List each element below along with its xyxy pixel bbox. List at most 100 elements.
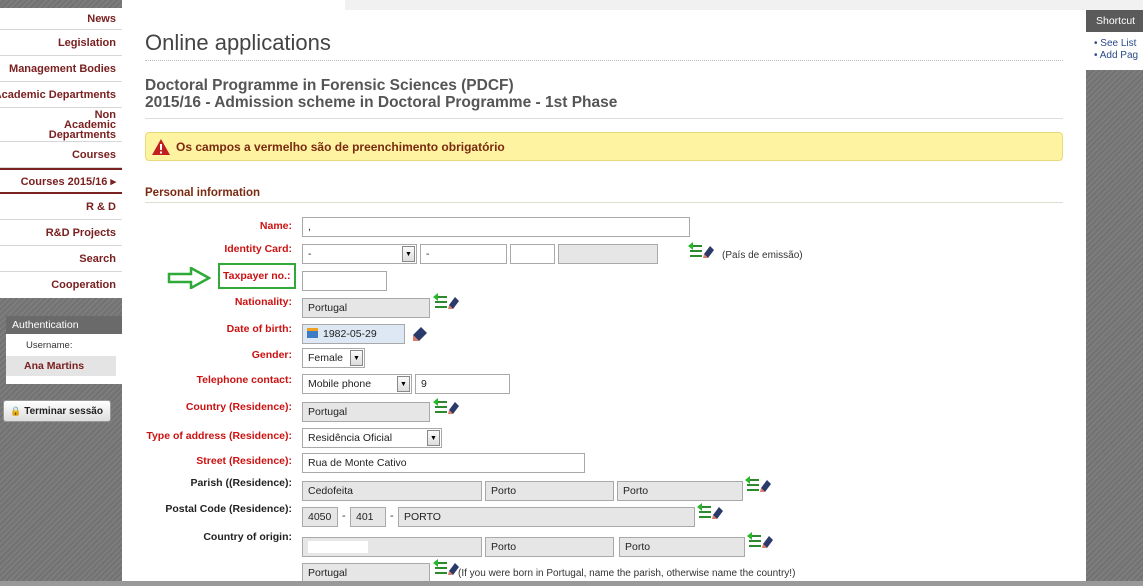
- nav-item-legislation[interactable]: Legislation: [0, 30, 122, 56]
- shortcut-see-list-link[interactable]: • See List: [1086, 38, 1143, 50]
- warning-icon: [152, 138, 170, 155]
- name-label: Name:: [259, 220, 292, 232]
- name-input[interactable]: ,: [302, 217, 690, 237]
- parish-district-input[interactable]: Porto: [617, 481, 743, 501]
- authentication-title: Authentication: [6, 316, 122, 334]
- lock-icon: 🔒: [10, 405, 22, 416]
- postal-code-label: Postal Code (Residence):: [165, 503, 292, 515]
- address-type-label: Type of address (Residence):: [146, 430, 292, 442]
- programme-divider: [145, 118, 1063, 119]
- country-of-origin-label: Country of origin:: [203, 531, 292, 543]
- parish-municipality-input[interactable]: Porto: [485, 481, 614, 501]
- select-value: Female: [308, 352, 344, 364]
- header-banner: [345, 0, 1143, 10]
- shortcuts-title: Shortcut: [1086, 10, 1143, 32]
- identity-card-check-input[interactable]: [510, 244, 555, 264]
- nav-item-management-bodies[interactable]: Management Bodies: [0, 56, 122, 82]
- programme-title: Doctoral Programme in Forensic Sciences …: [145, 77, 514, 94]
- nav-item-news[interactable]: News: [0, 8, 122, 30]
- authentication-box: Authentication Username: Ana Martins: [6, 316, 122, 384]
- parish-input[interactable]: Cedofeita: [302, 481, 482, 501]
- shortcut-add-page-link[interactable]: • Add Pag: [1086, 50, 1143, 62]
- left-navigation: News Legislation Management Bodies Acade…: [0, 0, 122, 586]
- section-title: Personal information: [145, 187, 261, 199]
- title-divider: [145, 60, 1063, 61]
- taxpayer-highlight-box: [218, 263, 296, 289]
- nav-item-label: Non Academic Departments: [48, 108, 116, 141]
- programme-subtitle: 2015/16 - Admission scheme in Doctoral P…: [145, 94, 618, 111]
- required-fields-alert: Os campos a vermelho são de preenchiment…: [145, 132, 1063, 161]
- identity-card-country-input[interactable]: [558, 244, 658, 264]
- nationality-label: Nationality:: [234, 296, 292, 308]
- postal-separator: -: [390, 510, 394, 522]
- right-sidebar: Shortcut • See List • Add Pag: [1086, 0, 1143, 586]
- origin-parish-input[interactable]: [302, 537, 482, 557]
- main-content: Online applications Doctoral Programme i…: [145, 0, 1143, 586]
- shortcuts-box: Shortcut • See List • Add Pag: [1086, 10, 1143, 70]
- date-of-birth-input[interactable]: 1982-05-29: [302, 324, 405, 344]
- postal-code-prefix-input[interactable]: 4050: [302, 507, 338, 527]
- nav-item-courses[interactable]: Courses: [0, 142, 122, 168]
- origin-hint: (If you were born in Portugal, name the …: [458, 568, 796, 579]
- select-value: Mobile phone: [308, 378, 372, 390]
- nav-list: News Legislation Management Bodies Acade…: [0, 8, 122, 298]
- nationality-input[interactable]: Portugal: [302, 298, 430, 318]
- logout-button[interactable]: 🔒 Terminar sessão: [3, 400, 111, 422]
- select-list-icon[interactable]: [433, 293, 459, 311]
- postal-code-suffix-input[interactable]: 401: [350, 507, 386, 527]
- nav-item-academic-departments[interactable]: Academic Departments: [0, 82, 122, 108]
- date-of-birth-label: Date of birth:: [226, 323, 292, 335]
- identity-card-label: Identity Card:: [224, 243, 292, 255]
- nav-item-rd-projects[interactable]: R&D Projects: [0, 220, 122, 246]
- origin-country-input[interactable]: Portugal: [302, 563, 430, 583]
- parish-label: Parish ((Residence):: [190, 477, 292, 489]
- identity-card-type-select[interactable]: - ▼: [302, 244, 417, 264]
- address-type-select[interactable]: Residência Oficial ▼: [302, 428, 442, 448]
- eraser-icon[interactable]: [411, 325, 427, 341]
- select-list-icon[interactable]: [688, 242, 714, 260]
- select-list-icon[interactable]: [745, 476, 771, 494]
- nav-item-non-academic-departments[interactable]: Non Academic Departments: [0, 108, 122, 142]
- origin-district-input[interactable]: Porto: [619, 537, 745, 557]
- date-of-birth-value: 1982-05-29: [323, 328, 377, 340]
- telephone-type-select[interactable]: Mobile phone ▼: [302, 374, 412, 394]
- country-residence-label: Country (Residence):: [185, 401, 292, 413]
- chevron-down-icon: ▼: [427, 430, 440, 446]
- arrow-right-icon: [167, 267, 211, 289]
- nav-item-search[interactable]: Search: [0, 246, 122, 272]
- street-label: Street (Residence):: [196, 455, 292, 467]
- postal-locality-input[interactable]: PORTO: [398, 507, 695, 527]
- calendar-icon[interactable]: [307, 328, 318, 338]
- identity-card-country-hint: (País de emissão): [722, 250, 803, 261]
- telephone-label: Telephone contact:: [196, 374, 292, 386]
- select-list-icon[interactable]: [697, 503, 723, 521]
- postal-separator: -: [342, 510, 346, 522]
- gender-label: Gender:: [251, 349, 292, 361]
- section-divider: [145, 202, 1063, 203]
- alert-text: Os campos a vermelho são de preenchiment…: [176, 139, 505, 154]
- nav-item-r-and-d[interactable]: R & D: [0, 194, 122, 220]
- page-title: Online applications: [145, 30, 331, 55]
- origin-municipality-input[interactable]: Porto: [485, 537, 614, 557]
- gender-select[interactable]: Female ▼: [302, 348, 365, 368]
- country-residence-input[interactable]: Portugal: [302, 402, 430, 422]
- chevron-down-icon: ▼: [350, 350, 363, 366]
- select-list-icon[interactable]: [747, 532, 773, 550]
- identity-card-number-input[interactable]: -: [420, 244, 507, 264]
- bottom-bar: [0, 581, 1143, 586]
- nav-item-cooperation[interactable]: Cooperation: [0, 272, 122, 298]
- select-list-icon[interactable]: [433, 559, 459, 577]
- street-input[interactable]: Rua de Monte Cativo: [302, 453, 585, 473]
- redacted-value: [308, 541, 368, 553]
- authentication-body: Username: Ana Martins: [6, 334, 122, 384]
- select-list-icon[interactable]: [433, 398, 459, 416]
- select-value: -: [308, 248, 312, 260]
- telephone-input[interactable]: 9: [415, 374, 510, 394]
- select-value: Residência Oficial: [308, 432, 393, 444]
- nav-item-courses-2015-16[interactable]: Courses 2015/16 ▸: [0, 168, 122, 194]
- username-label: Username:: [26, 340, 73, 351]
- username-value: Ana Martins: [6, 356, 116, 376]
- logout-label: Terminar sessão: [24, 405, 103, 417]
- chevron-down-icon: ▼: [402, 246, 415, 262]
- taxpayer-input[interactable]: [302, 271, 387, 291]
